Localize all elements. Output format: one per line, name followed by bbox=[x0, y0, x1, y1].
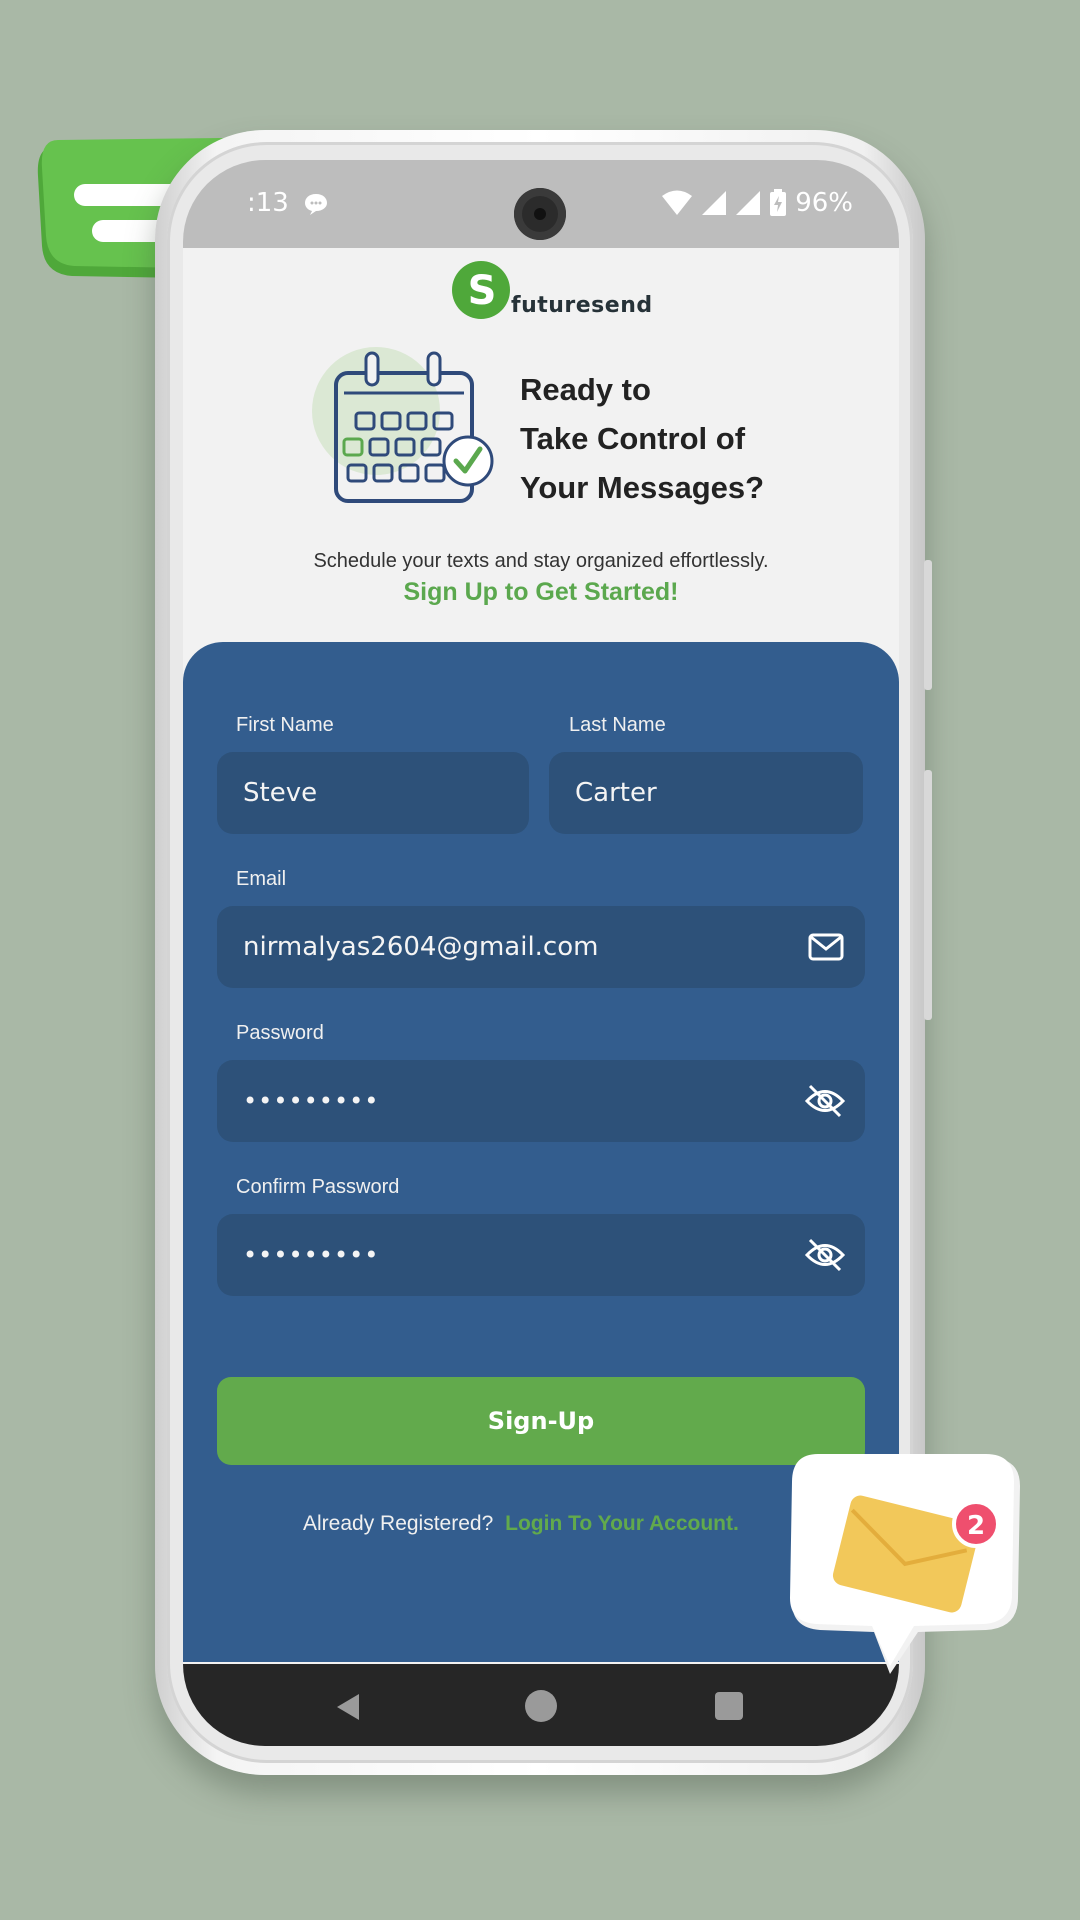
signup-button[interactable]: Sign-Up bbox=[217, 1377, 865, 1465]
email-label: Email bbox=[236, 868, 287, 890]
battery-percent: 96% bbox=[795, 188, 853, 218]
hero-title: Ready to Take Control of Your Messages? bbox=[520, 365, 800, 512]
message-icon bbox=[303, 192, 329, 220]
signal-icon bbox=[736, 191, 761, 215]
volume-button bbox=[924, 560, 932, 690]
wifi-icon bbox=[662, 190, 693, 215]
login-prompt-row: Already Registered? Login To Your Accoun… bbox=[303, 1512, 739, 1536]
hero-subtitle: Schedule your texts and stay organized e… bbox=[313, 550, 769, 572]
login-link[interactable]: Login To Your Account. bbox=[505, 1512, 739, 1535]
logo-text: futuresend bbox=[511, 293, 653, 318]
logo-mark-icon: S bbox=[452, 261, 510, 319]
mail-badge-count: 2 bbox=[967, 1511, 985, 1541]
power-button bbox=[924, 770, 932, 1020]
confirm-password-input[interactable]: ••••••••• bbox=[217, 1214, 865, 1296]
app-logo: S futuresend bbox=[451, 260, 653, 322]
mail-notification-sticker: 2 bbox=[790, 1452, 1030, 1686]
eye-off-icon[interactable] bbox=[804, 1236, 846, 1280]
calendar-illustration bbox=[308, 345, 508, 519]
hero-title-line: Ready to bbox=[520, 372, 651, 407]
first-name-input[interactable]: Steve bbox=[217, 752, 529, 834]
home-icon[interactable] bbox=[525, 1690, 557, 1722]
calendar-icon bbox=[312, 347, 494, 503]
battery-icon bbox=[770, 189, 787, 216]
confirm-password-value: ••••••••• bbox=[243, 1241, 380, 1269]
confirm-password-label: Confirm Password bbox=[236, 1176, 400, 1198]
last-name-label: Last Name bbox=[569, 714, 666, 736]
last-name-input[interactable]: Carter bbox=[549, 752, 863, 834]
mail-icon bbox=[807, 928, 845, 973]
password-label: Password bbox=[236, 1022, 324, 1044]
signal-icon bbox=[702, 191, 727, 215]
hero-title-line: Your Messages? bbox=[520, 470, 765, 505]
email-value: nirmalyas2604@gmail.com bbox=[243, 932, 599, 962]
front-camera bbox=[514, 188, 566, 240]
last-name-value: Carter bbox=[575, 778, 657, 808]
back-icon[interactable] bbox=[333, 1692, 363, 1722]
hero-title-line: Take Control of bbox=[520, 421, 746, 456]
status-bar: :13 96% bbox=[183, 160, 899, 248]
recent-apps-icon[interactable] bbox=[715, 1692, 743, 1720]
first-name-value: Steve bbox=[243, 778, 318, 808]
email-input[interactable]: nirmalyas2604@gmail.com bbox=[217, 906, 865, 988]
password-value: ••••••••• bbox=[243, 1087, 380, 1115]
status-time: :13 bbox=[247, 188, 289, 218]
first-name-label: First Name bbox=[236, 714, 334, 736]
login-prompt: Already Registered? bbox=[303, 1512, 494, 1535]
eye-off-icon[interactable] bbox=[804, 1082, 846, 1126]
password-input[interactable]: ••••••••• bbox=[217, 1060, 865, 1142]
svg-text:S: S bbox=[468, 268, 497, 314]
signup-cta-text: Sign Up to Get Started! bbox=[403, 578, 679, 606]
status-indicators: 96% bbox=[661, 188, 853, 218]
